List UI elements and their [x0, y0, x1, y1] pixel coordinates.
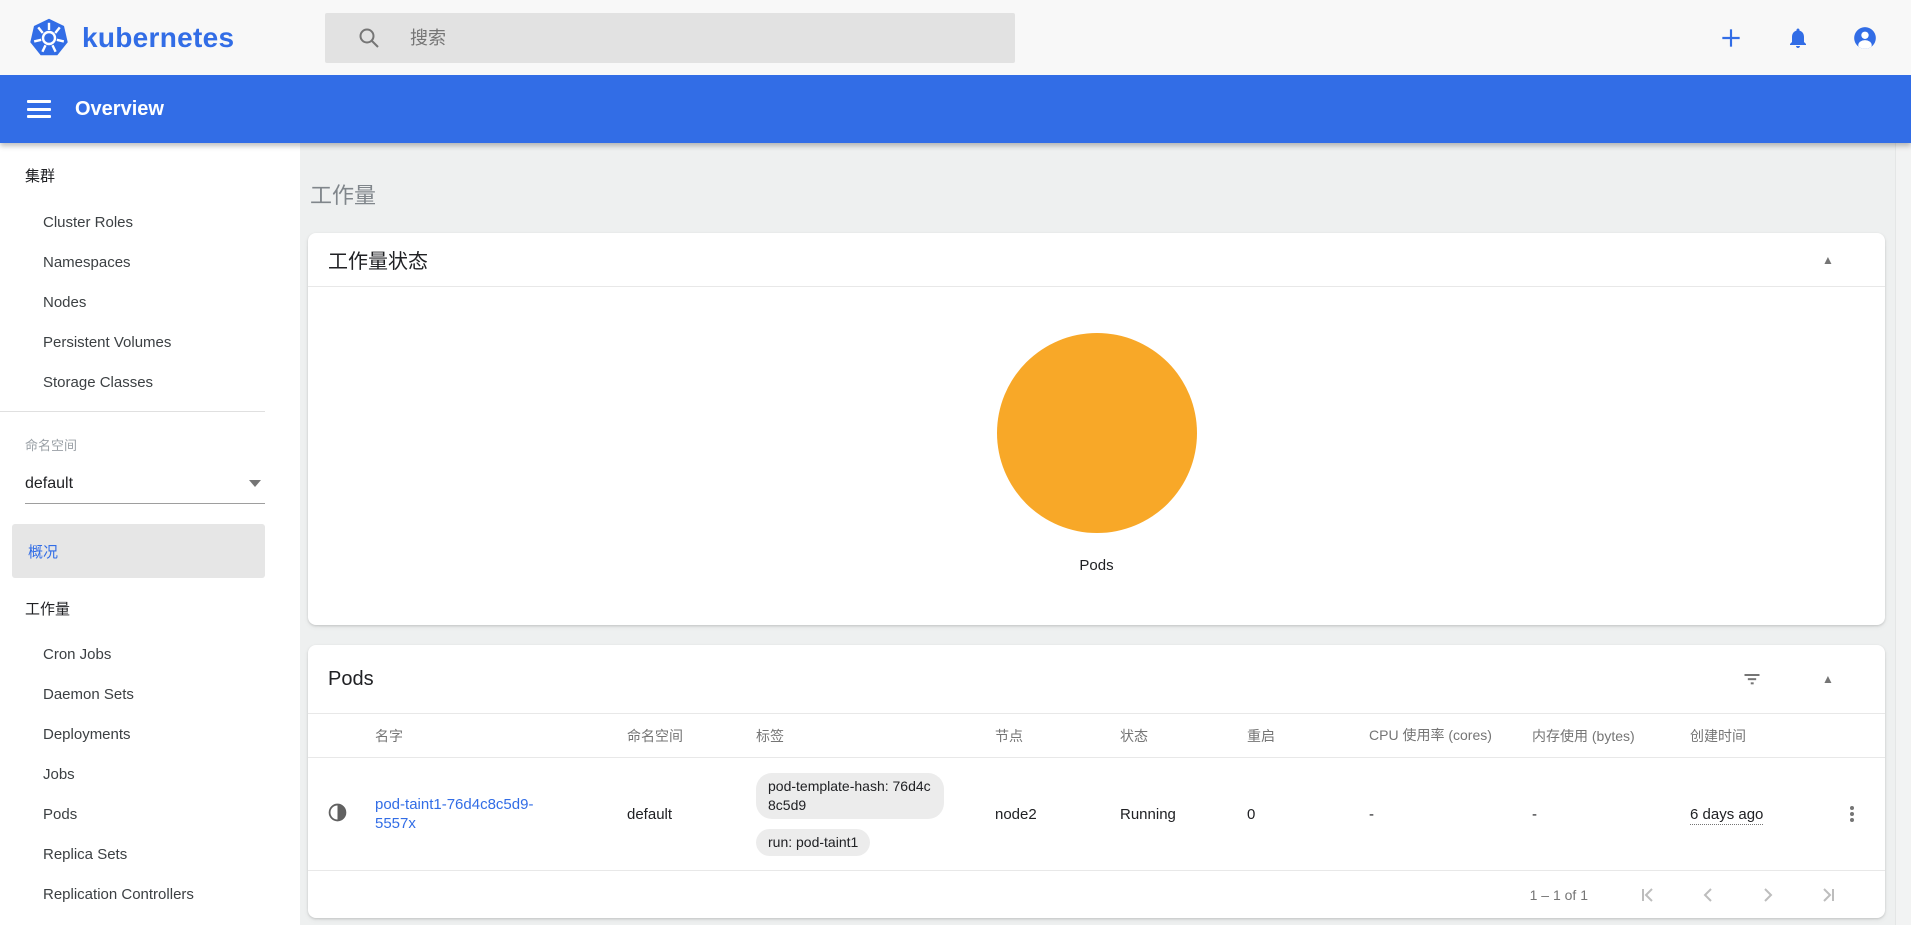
- pod-node: node2: [995, 806, 1120, 823]
- filter-list-icon[interactable]: [1740, 667, 1764, 691]
- workload-status-chart: Pods: [308, 333, 1885, 574]
- page-toolbar: Overview: [0, 75, 1911, 143]
- col-cpu: CPU 使用率 (cores): [1369, 727, 1492, 743]
- user-avatar-button[interactable]: [1852, 25, 1878, 51]
- col-node: 节点: [995, 726, 1120, 746]
- notifications-bell-button[interactable]: [1785, 25, 1811, 51]
- pods-table-header: 名字 命名空间 标签 节点 状态 重启 CPU 使用率 (cores) 内存使用…: [308, 714, 1885, 758]
- pod-labels: pod-template-hash: 76d4c8c5d9 run: pod-t…: [756, 773, 995, 856]
- pods-card-title: Pods: [328, 668, 374, 691]
- search-icon: [357, 26, 381, 50]
- top-app-bar: kubernetes: [0, 0, 1911, 75]
- search-bar[interactable]: [325, 13, 1015, 63]
- last-page-button[interactable]: [1816, 883, 1840, 907]
- namespace-selected-value: default: [25, 475, 73, 493]
- pod-name-link[interactable]: pod-taint1-76d4c8c5d9-5557x: [375, 795, 545, 833]
- page-title: 工作量: [310, 178, 376, 210]
- pod-memory: -: [1532, 806, 1690, 823]
- row-more-menu-button[interactable]: [1840, 802, 1864, 826]
- pod-table-row: pod-taint1-76d4c8c5d9-5557x default pod-…: [308, 758, 1885, 871]
- vertical-scrollbar[interactable]: [1895, 143, 1911, 925]
- kubernetes-brand[interactable]: kubernetes: [28, 0, 234, 75]
- account-circle-icon: [1852, 24, 1878, 52]
- sidebar-item-persistent-volumes[interactable]: Persistent Volumes: [0, 322, 300, 362]
- sidebar-section-cluster: 集群: [0, 155, 300, 195]
- collapse-arrow-icon[interactable]: ▲: [1816, 248, 1840, 272]
- col-namespace: 命名空间: [627, 726, 756, 746]
- pod-namespace: default: [627, 806, 756, 823]
- namespace-select[interactable]: default: [25, 464, 265, 504]
- workload-status-card-header: 工作量状态 ▲: [308, 233, 1885, 287]
- bell-icon: [1786, 26, 1810, 50]
- sidebar-item-cron-jobs[interactable]: Cron Jobs: [0, 634, 300, 674]
- search-input[interactable]: [408, 27, 972, 50]
- col-status: 状态: [1120, 726, 1247, 746]
- col-created: 创建时间: [1690, 726, 1838, 746]
- pod-status: Running: [1120, 806, 1247, 823]
- sidebar-section-workloads: 工作量: [0, 588, 300, 628]
- col-memory: 内存使用 (bytes): [1532, 726, 1690, 746]
- pods-card: Pods ▲ 名字 命名空间 标签 节点 状态 重启 CPU 使用率 (core…: [308, 645, 1885, 918]
- pods-pie-chart[interactable]: [997, 333, 1197, 533]
- sidebar-divider: [0, 411, 265, 412]
- kubernetes-logo-icon: [28, 18, 70, 58]
- sidebar-item-namespaces[interactable]: Namespaces: [0, 242, 300, 282]
- sidebar-item-replication-controllers[interactable]: Replication Controllers: [0, 874, 300, 914]
- app-title: kubernetes: [82, 22, 234, 54]
- col-restarts: 重启: [1247, 726, 1369, 746]
- workload-status-card: 工作量状态 ▲ Pods: [308, 233, 1885, 625]
- sidebar-item-pods[interactable]: Pods: [0, 794, 300, 834]
- menu-hamburger-button[interactable]: [27, 100, 51, 118]
- sidebar-item-deployments[interactable]: Deployments: [0, 714, 300, 754]
- sidebar-nav: 集群 Cluster Roles Namespaces Nodes Persis…: [0, 143, 300, 925]
- pods-card-header: Pods ▲: [308, 645, 1885, 714]
- pie-chart-label: Pods: [308, 557, 1885, 574]
- pod-status-running-icon: [328, 803, 347, 822]
- label-chip: run: pod-taint1: [756, 829, 870, 856]
- sidebar-item-cluster-roles[interactable]: Cluster Roles: [0, 202, 300, 242]
- collapse-arrow-icon[interactable]: ▲: [1816, 667, 1840, 691]
- pagination-bar: 1 – 1 of 1: [308, 871, 1885, 918]
- pagination-range-label: 1 – 1 of 1: [1530, 887, 1588, 903]
- next-page-button[interactable]: [1756, 883, 1780, 907]
- first-page-button[interactable]: [1636, 883, 1660, 907]
- workload-status-card-title: 工作量状态: [328, 245, 428, 274]
- col-name: 名字: [375, 726, 627, 746]
- pod-restarts: 0: [1247, 806, 1369, 823]
- chevron-down-icon: [249, 480, 261, 487]
- label-chip: pod-template-hash: 76d4c8c5d9: [756, 773, 944, 819]
- sidebar-item-daemon-sets[interactable]: Daemon Sets: [0, 674, 300, 714]
- pod-cpu: -: [1369, 806, 1532, 823]
- sidebar-item-overview-selected[interactable]: 概况: [12, 524, 265, 578]
- col-labels: 标签: [756, 726, 995, 746]
- topbar-actions: [1718, 0, 1878, 75]
- pod-created: 6 days ago: [1690, 806, 1763, 825]
- create-plus-button[interactable]: [1718, 25, 1744, 51]
- previous-page-button[interactable]: [1696, 883, 1720, 907]
- namespace-label: 命名空间: [0, 424, 300, 464]
- sidebar-item-storage-classes[interactable]: Storage Classes: [0, 362, 300, 402]
- sidebar-item-replica-sets[interactable]: Replica Sets: [0, 834, 300, 874]
- sidebar-item-jobs[interactable]: Jobs: [0, 754, 300, 794]
- toolbar-title: Overview: [75, 98, 164, 121]
- sidebar-item-nodes[interactable]: Nodes: [0, 282, 300, 322]
